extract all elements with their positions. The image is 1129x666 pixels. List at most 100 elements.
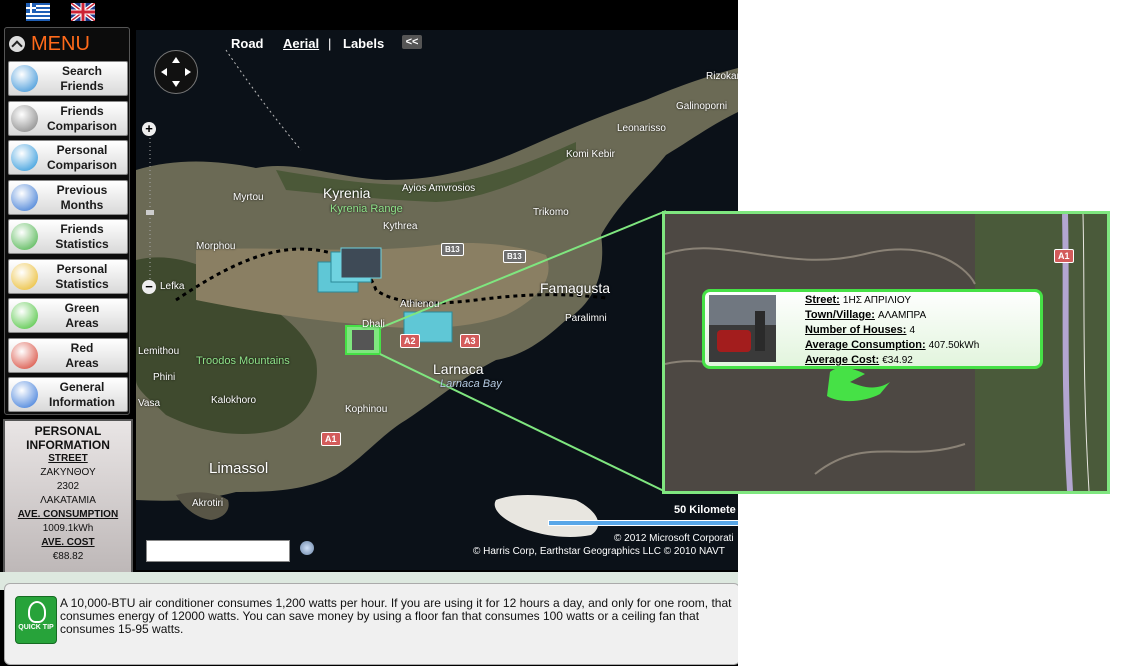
menu-button-line1: Green bbox=[64, 301, 100, 315]
pan-control[interactable] bbox=[154, 50, 198, 94]
map-label-rizokarpaso: Rizokar bbox=[706, 71, 738, 82]
menu-button-3[interactable]: Previous Months bbox=[8, 179, 128, 215]
street-line-2: 2302 bbox=[56, 481, 80, 492]
map-label-larnaca: Larnaca bbox=[433, 361, 484, 377]
menu-button-4[interactable]: Friends Statistics bbox=[8, 219, 128, 254]
menu-button-label: General Information bbox=[39, 380, 125, 410]
map-label-vasa: Vasa bbox=[138, 398, 161, 409]
zoom-in-button[interactable]: + bbox=[142, 122, 156, 136]
road-badge-a2: A2 bbox=[400, 334, 420, 348]
popup-town-label: Town/Village: bbox=[805, 309, 875, 321]
house-info-popup[interactable]: Street: 1ΗΣ ΑΠΡΙΛΙΟΥ Town/Village: ΑΛΑΜΠ… bbox=[702, 289, 1043, 369]
map-label-larnaca-bay: Larnaca Bay bbox=[440, 378, 502, 390]
popup-street-value: 1ΗΣ ΑΠΡΙΛΙΟΥ bbox=[842, 295, 912, 306]
calendar-icon bbox=[11, 183, 38, 211]
map-copyright-harris: © Harris Corp, Earthstar Geographics LLC… bbox=[473, 546, 725, 557]
popup-houses-row: Number of Houses: 4 bbox=[805, 324, 915, 336]
menu-button-line1: Friends bbox=[60, 103, 104, 118]
menu-button-line1: Friends bbox=[60, 222, 104, 236]
map-label-kalokhoro: Kalokhoro bbox=[211, 395, 257, 406]
collapse-up-icon[interactable] bbox=[9, 36, 25, 52]
uk-flag-icon[interactable] bbox=[71, 3, 95, 21]
menu-button-0[interactable]: Search Friends bbox=[8, 61, 128, 96]
popup-street-row: Street: 1ΗΣ ΑΠΡΙΛΙΟΥ bbox=[805, 294, 911, 306]
menu-button-2[interactable]: Personal Comparison bbox=[8, 140, 128, 175]
pie-chart-icon bbox=[11, 262, 38, 290]
menu-button-7[interactable]: Red Areas bbox=[8, 337, 128, 373]
popup-houses-label: Number of Houses: bbox=[805, 324, 907, 336]
map-label-leonarisso: Leonarisso bbox=[617, 123, 666, 134]
street-line-1: ΖΑΚΥΝΘΟΥ bbox=[40, 467, 96, 478]
ave-cost-label: AVE. COST bbox=[41, 537, 95, 548]
map-label-phini: Phini bbox=[153, 372, 176, 383]
popup-consumption-row: Average Consumption: 407.50kWh bbox=[805, 339, 979, 351]
map-label-kophinou: Kophinou bbox=[345, 404, 388, 415]
map-view-switcher: Road Aerial | Labels bbox=[215, 33, 429, 55]
popup-town-value: ΑΛΑΜΠΡΑ bbox=[877, 310, 927, 321]
app-window: MENU Search Friends Friends Comparison Perso… bbox=[0, 0, 738, 666]
menu-button-label: Personal Statistics bbox=[39, 262, 125, 292]
menu-header[interactable]: MENU bbox=[7, 31, 125, 57]
road-badge-a1: A1 bbox=[321, 432, 341, 446]
friends-comparison-icon bbox=[11, 104, 38, 132]
map-label-famagusta: Famagusta bbox=[540, 280, 611, 296]
zoom-out-button[interactable]: − bbox=[142, 280, 156, 294]
menu-button-line2: Statistics bbox=[55, 237, 109, 251]
popup-houses-value: 4 bbox=[909, 325, 916, 336]
zoom-slider[interactable] bbox=[146, 138, 154, 280]
menu-button-1[interactable]: Friends Comparison bbox=[8, 100, 128, 136]
collapse-nav-button[interactable]: << bbox=[402, 35, 422, 49]
house-photo bbox=[709, 295, 776, 362]
menu-button-label: Green Areas bbox=[39, 301, 125, 331]
menu-button-6[interactable]: Green Areas bbox=[8, 298, 128, 333]
home-icon bbox=[11, 144, 38, 171]
menu-button-label: Friends Statistics bbox=[39, 222, 125, 252]
menu-button-line2: Areas bbox=[65, 355, 99, 370]
menu-button-line2: Areas bbox=[65, 316, 99, 330]
street-label: STREET bbox=[48, 453, 88, 464]
menu-title: MENU bbox=[31, 33, 90, 55]
menu-button-line2: Statistics bbox=[55, 276, 109, 291]
greek-flag-icon[interactable] bbox=[26, 3, 50, 21]
menu-button-line1: Previous bbox=[56, 182, 108, 197]
menu-button-5[interactable]: Personal Statistics bbox=[8, 258, 128, 294]
red-leaf-icon bbox=[11, 341, 38, 369]
menu-button-line2: Comparison bbox=[46, 158, 117, 172]
map-label-morphou: Morphou bbox=[196, 241, 236, 252]
ave-consumption-value: 1009.1kWh bbox=[42, 523, 94, 534]
map-scale-bar bbox=[548, 520, 738, 526]
search-go-icon[interactable] bbox=[300, 541, 314, 555]
road-view-link[interactable]: Road bbox=[231, 36, 264, 51]
popup-consumption-label: Average Consumption: bbox=[805, 339, 926, 351]
popup-cost-row: Average Cost: €34.92 bbox=[805, 354, 913, 366]
map-label-lefka: Lefka bbox=[160, 281, 185, 292]
map-label-ayios-amvrosios: Ayios Amvrosios bbox=[402, 183, 476, 194]
road-badge-b13-east: B13 bbox=[503, 250, 526, 263]
menu-button-line2: Information bbox=[49, 395, 115, 409]
map-label-paralimni: Paralimni bbox=[565, 313, 607, 324]
map-scale-label: 50 Kilomete bbox=[674, 504, 736, 516]
map-label-kyrenia-range: Kyrenia Range bbox=[330, 203, 403, 215]
menu-button-line1: Red bbox=[70, 340, 94, 355]
info-icon bbox=[11, 381, 38, 408]
map-label-kyrenia: Kyrenia bbox=[323, 185, 371, 201]
menu-button-label: Search Friends bbox=[39, 64, 125, 94]
road-badge-a3: A3 bbox=[460, 334, 480, 348]
zoomed-road-badge-a1: A1 bbox=[1054, 249, 1074, 263]
popup-town-row: Town/Village: ΑΛΑΜΠΡΑ bbox=[805, 309, 926, 321]
map-label-komi-kebir: Komi Kebir bbox=[566, 149, 615, 160]
menu-button-8[interactable]: General Information bbox=[8, 377, 128, 412]
menu-button-line1: Personal bbox=[56, 261, 108, 276]
aerial-view-link[interactable]: Aerial bbox=[283, 36, 319, 51]
map-search-input[interactable] bbox=[146, 540, 290, 562]
menu-button-line1: Personal bbox=[56, 143, 108, 157]
map-label-lemithou: Lemithou bbox=[138, 346, 180, 357]
labels-toggle-link[interactable]: Labels bbox=[343, 36, 384, 51]
popup-cost-value: €34.92 bbox=[882, 355, 913, 366]
quick-tip-text: A 10,000-BTU air conditioner consumes 1,… bbox=[60, 596, 732, 636]
menu-button-label: Red Areas bbox=[39, 341, 125, 371]
pan-arrows-icon bbox=[161, 57, 191, 87]
popup-cost-label: Average Cost: bbox=[805, 354, 880, 366]
quick-tip-panel: QUICK TIP A 10,000-BTU air conditioner c… bbox=[4, 583, 738, 665]
street-line-3: ΛΑΚΑΤΑΜΙΑ bbox=[40, 495, 96, 506]
